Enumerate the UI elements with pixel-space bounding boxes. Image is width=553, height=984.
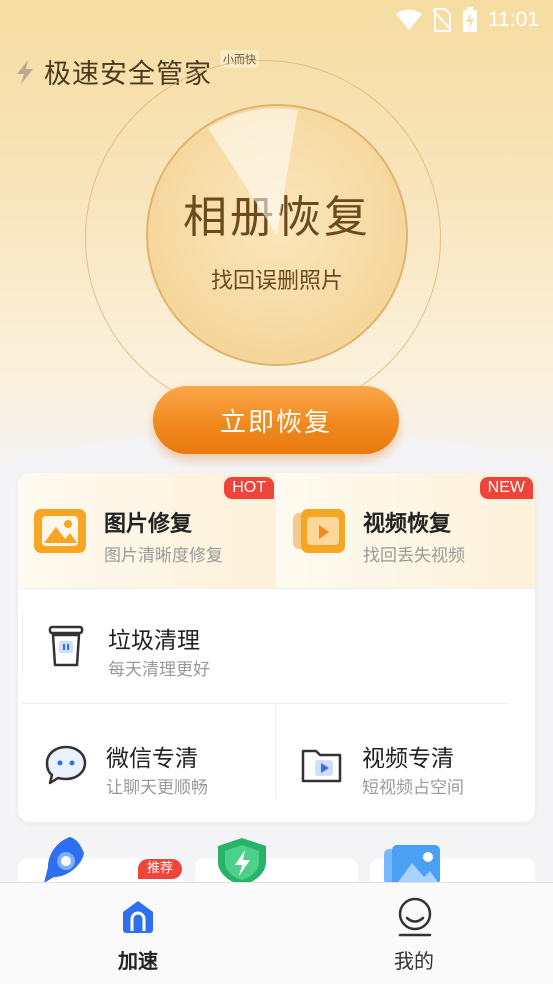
features-card: 图片修复 图片清晰度修复 HOT 视频恢复 找回丢失视频 NEW 垃圾清理 每天… [18, 473, 535, 822]
tool-video-clean[interactable]: 视频专清 短视频占空间 [300, 743, 520, 803]
status-time: 11:01 [488, 8, 539, 31]
recover-now-button[interactable]: 立即恢复 [153, 386, 399, 454]
feature-title: 视频恢复 [363, 512, 452, 537]
tool-junk-clean[interactable]: 垃圾清理 每天清理更好 [46, 625, 346, 685]
tool-desc: 让聊天更顺畅 [106, 778, 208, 798]
recommend-badge: 推荐 [138, 859, 182, 879]
tab-speed[interactable]: 加速 [58, 883, 218, 984]
video-folder-icon [301, 749, 342, 783]
hero-title: 相册恢复 [183, 192, 371, 243]
feature-desc: 图片清晰度修复 [104, 546, 223, 566]
feature-video-recovery[interactable]: 视频恢复 找回丢失视频 NEW [277, 473, 535, 588]
home-icon [123, 901, 153, 933]
trash-icon [48, 625, 84, 667]
shield-icon [218, 838, 266, 886]
feature-desc: 找回丢失视频 [363, 546, 465, 566]
tool-desc: 每天清理更好 [108, 660, 210, 680]
video-recovery-icon [293, 509, 345, 553]
battery-charging-icon [463, 7, 477, 32]
tab-label-mine: 我的 [394, 949, 434, 973]
feature-title: 图片修复 [104, 512, 193, 537]
divider [22, 703, 508, 704]
hero-subtitle: 找回误删照片 [210, 269, 343, 294]
lightning-icon [17, 59, 33, 84]
divider [275, 704, 276, 798]
hot-tag: HOT [224, 477, 274, 499]
chat-bubble-icon [45, 745, 87, 785]
gallery-icon [384, 845, 440, 885]
status-bar: 11:01 [0, 0, 553, 38]
tool-title: 微信专清 [106, 746, 198, 772]
rocket-icon [44, 837, 84, 883]
feature-image-repair[interactable]: 图片修复 图片清晰度修复 HOT [18, 473, 276, 588]
divider [22, 611, 23, 675]
tab-mine[interactable]: 我的 [334, 883, 494, 984]
bottom-tab-bar: 加速 我的 [0, 882, 553, 984]
status-icons: 11:01 [396, 7, 539, 33]
tool-desc: 短视频占空间 [362, 778, 464, 798]
tool-title: 垃圾清理 [108, 628, 200, 654]
no-sim-icon [432, 8, 452, 32]
image-repair-icon [34, 509, 86, 553]
tool-title: 视频专清 [362, 746, 454, 772]
divider [18, 588, 535, 589]
new-tag: NEW [479, 477, 533, 499]
tab-label-speed: 加速 [118, 949, 158, 973]
photo-recovery-dial[interactable]: 相册恢复 找回误删照片 [146, 104, 408, 366]
profile-icon [398, 897, 432, 937]
wifi-icon [396, 9, 422, 30]
tool-wechat-clean[interactable]: 微信专清 让聊天更顺畅 [44, 743, 264, 803]
